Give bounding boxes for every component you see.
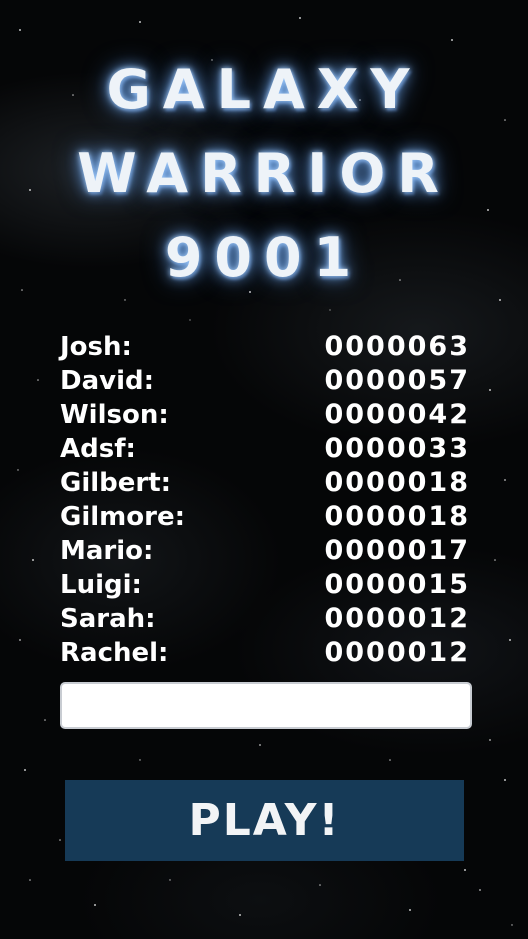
score-row: Sarah: 0000012 — [60, 602, 470, 636]
score-row: David: 0000057 — [60, 364, 470, 398]
score-row: Mario: 0000017 — [60, 534, 470, 568]
title-line-3: 9001 — [164, 226, 364, 289]
high-score-list: Josh: 0000063 David: 0000057 Wilson: 000… — [60, 330, 470, 670]
player-name: Josh: — [60, 332, 132, 362]
game-title: GALAXY WARRIOR 9001 — [0, 48, 528, 300]
player-name: Rachel: — [60, 638, 169, 668]
player-name-input[interactable] — [60, 682, 472, 729]
player-name: Sarah: — [60, 604, 156, 634]
score-row: Rachel: 0000012 — [60, 636, 470, 670]
player-name: Wilson: — [60, 400, 169, 430]
player-score: 0000018 — [324, 467, 470, 498]
player-score: 0000012 — [324, 637, 470, 668]
game-screen: GALAXY WARRIOR 9001 Josh: 0000063 David:… — [0, 0, 528, 939]
player-score: 0000012 — [324, 603, 470, 634]
player-name: Mario: — [60, 536, 154, 566]
score-row: Adsf: 0000033 — [60, 432, 470, 466]
player-name: Gilmore: — [60, 502, 185, 532]
play-button[interactable]: PLAY! — [65, 780, 464, 861]
score-row: Wilson: 0000042 — [60, 398, 470, 432]
score-row: Gilmore: 0000018 — [60, 500, 470, 534]
player-name: Gilbert: — [60, 468, 172, 498]
score-row: Gilbert: 0000018 — [60, 466, 470, 500]
player-name: Adsf: — [60, 434, 136, 464]
player-score: 0000015 — [324, 569, 470, 600]
player-score: 0000057 — [324, 365, 470, 396]
player-name: Luigi: — [60, 570, 142, 600]
player-score: 0000042 — [324, 399, 470, 430]
player-score: 0000063 — [324, 331, 470, 362]
title-line-2: WARRIOR — [77, 142, 451, 205]
score-row: Josh: 0000063 — [60, 330, 470, 364]
player-score: 0000033 — [324, 433, 470, 464]
title-line-1: GALAXY — [106, 58, 422, 121]
player-score: 0000018 — [324, 501, 470, 532]
score-row: Luigi: 0000015 — [60, 568, 470, 602]
player-name: David: — [60, 366, 154, 396]
player-score: 0000017 — [324, 535, 470, 566]
